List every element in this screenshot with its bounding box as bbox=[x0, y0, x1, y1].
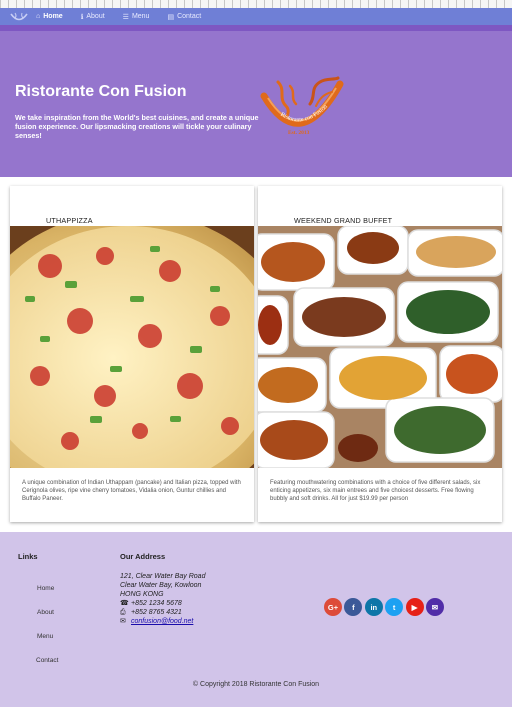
card-description: Featuring mouthwatering combinations wit… bbox=[270, 480, 481, 502]
nav-item-menu[interactable]: ☰ Menu bbox=[123, 13, 150, 21]
email-link[interactable]: confusion@food.net bbox=[131, 617, 193, 626]
envelope-icon: ✉ bbox=[120, 618, 126, 625]
card-title: WEEKEND GRAND BUFFET bbox=[294, 216, 393, 225]
fax-icon: ⎙ bbox=[120, 609, 126, 616]
restaurant-title: Ristorante Con Fusion bbox=[15, 83, 187, 100]
mail-label: ✉ bbox=[431, 602, 439, 612]
email-row: ✉ confusion@food.net bbox=[120, 617, 205, 626]
links-heading: Links bbox=[18, 552, 38, 561]
fax-number: +852 8765 4321 bbox=[131, 609, 182, 616]
mail-icon[interactable]: ✉ bbox=[425, 598, 444, 616]
address-block: 121, Clear Water Bay Road Clear Water Ba… bbox=[120, 572, 205, 626]
google-plus-icon[interactable]: G+ bbox=[324, 598, 342, 616]
phone-icon: ☎ bbox=[120, 600, 129, 607]
social-buttons: G+ f in t ▶ ✉ bbox=[324, 598, 446, 616]
logo-est-text: Est. 2013 bbox=[288, 130, 310, 136]
dish-image bbox=[258, 226, 502, 468]
restaurant-logo: Ristorante con Fusion Est. 2013 bbox=[260, 76, 346, 142]
dish-card[interactable]: UTHAPPIZZA A unique combination of India… bbox=[10, 186, 254, 522]
nav-item-home[interactable]: ⌂ Home bbox=[36, 13, 63, 20]
footer-link-menu[interactable]: Menu bbox=[37, 633, 53, 640]
linkedin-icon[interactable]: in bbox=[364, 598, 383, 616]
jumbotron: Ristorante Con Fusion We take inspiratio… bbox=[0, 25, 512, 177]
copyright: © Copyright 2018 Ristorante Con Fusion bbox=[192, 681, 320, 688]
footer: Links Home About Menu Contact Our Addres… bbox=[0, 532, 512, 707]
info-icon: ℹ bbox=[80, 13, 84, 21]
twitter-icon[interactable]: t bbox=[385, 598, 404, 616]
footer-link-about[interactable]: About bbox=[37, 609, 54, 616]
address-line: HONG KONG bbox=[120, 591, 164, 598]
list-icon: ☰ bbox=[122, 13, 129, 21]
top-ruler bbox=[0, 0, 512, 8]
dish-card[interactable]: WEEKEND GRAND BUFFET Featuring mouthwate… bbox=[258, 186, 502, 522]
card-description: A unique combination of Indian Uthappam … bbox=[22, 480, 241, 502]
youtube-label: ▶ bbox=[411, 602, 418, 612]
fax-row: ⎙ +852 8765 4321 bbox=[120, 608, 205, 617]
facebook-icon[interactable]: f bbox=[344, 598, 363, 616]
address-line: Clear Water Bay, Kowloon bbox=[120, 582, 202, 589]
address-line: 121, Clear Water Bay Road bbox=[120, 573, 206, 580]
home-icon: ⌂ bbox=[36, 13, 41, 20]
footer-link-home[interactable]: Home bbox=[37, 585, 54, 592]
nav-item-label: Contact bbox=[177, 13, 202, 20]
facebook-label: f bbox=[352, 602, 355, 612]
brand-logo-icon[interactable] bbox=[8, 10, 30, 24]
nav-item-label: About bbox=[86, 13, 105, 20]
address-card-icon: ▤ bbox=[167, 13, 175, 21]
dish-image bbox=[10, 226, 254, 468]
address-heading: Our Address bbox=[120, 552, 166, 561]
phone-number: +852 1234 5678 bbox=[131, 600, 182, 607]
footer-link-contact[interactable]: Contact bbox=[36, 657, 58, 664]
nav-item-contact[interactable]: ▤ Contact bbox=[167, 13, 201, 21]
youtube-icon[interactable]: ▶ bbox=[405, 598, 424, 616]
phone-row: ☎ +852 1234 5678 bbox=[120, 599, 205, 608]
featured-section: UTHAPPIZZA A unique combination of India… bbox=[0, 177, 512, 532]
twitter-label: t bbox=[392, 602, 396, 612]
linkedin-label: in bbox=[370, 602, 378, 612]
card-title: UTHAPPIZZA bbox=[46, 216, 93, 225]
restaurant-tagline: We take inspiration from the World's bes… bbox=[15, 113, 259, 140]
nav-item-about[interactable]: ℹ About bbox=[81, 13, 105, 21]
google-plus-label: G+ bbox=[327, 602, 339, 612]
navbar: ⌂ Home ℹ About ☰ Menu ▤ Contact bbox=[0, 8, 512, 25]
nav-item-label: Home bbox=[43, 13, 63, 20]
nav-item-label: Menu bbox=[131, 13, 150, 20]
